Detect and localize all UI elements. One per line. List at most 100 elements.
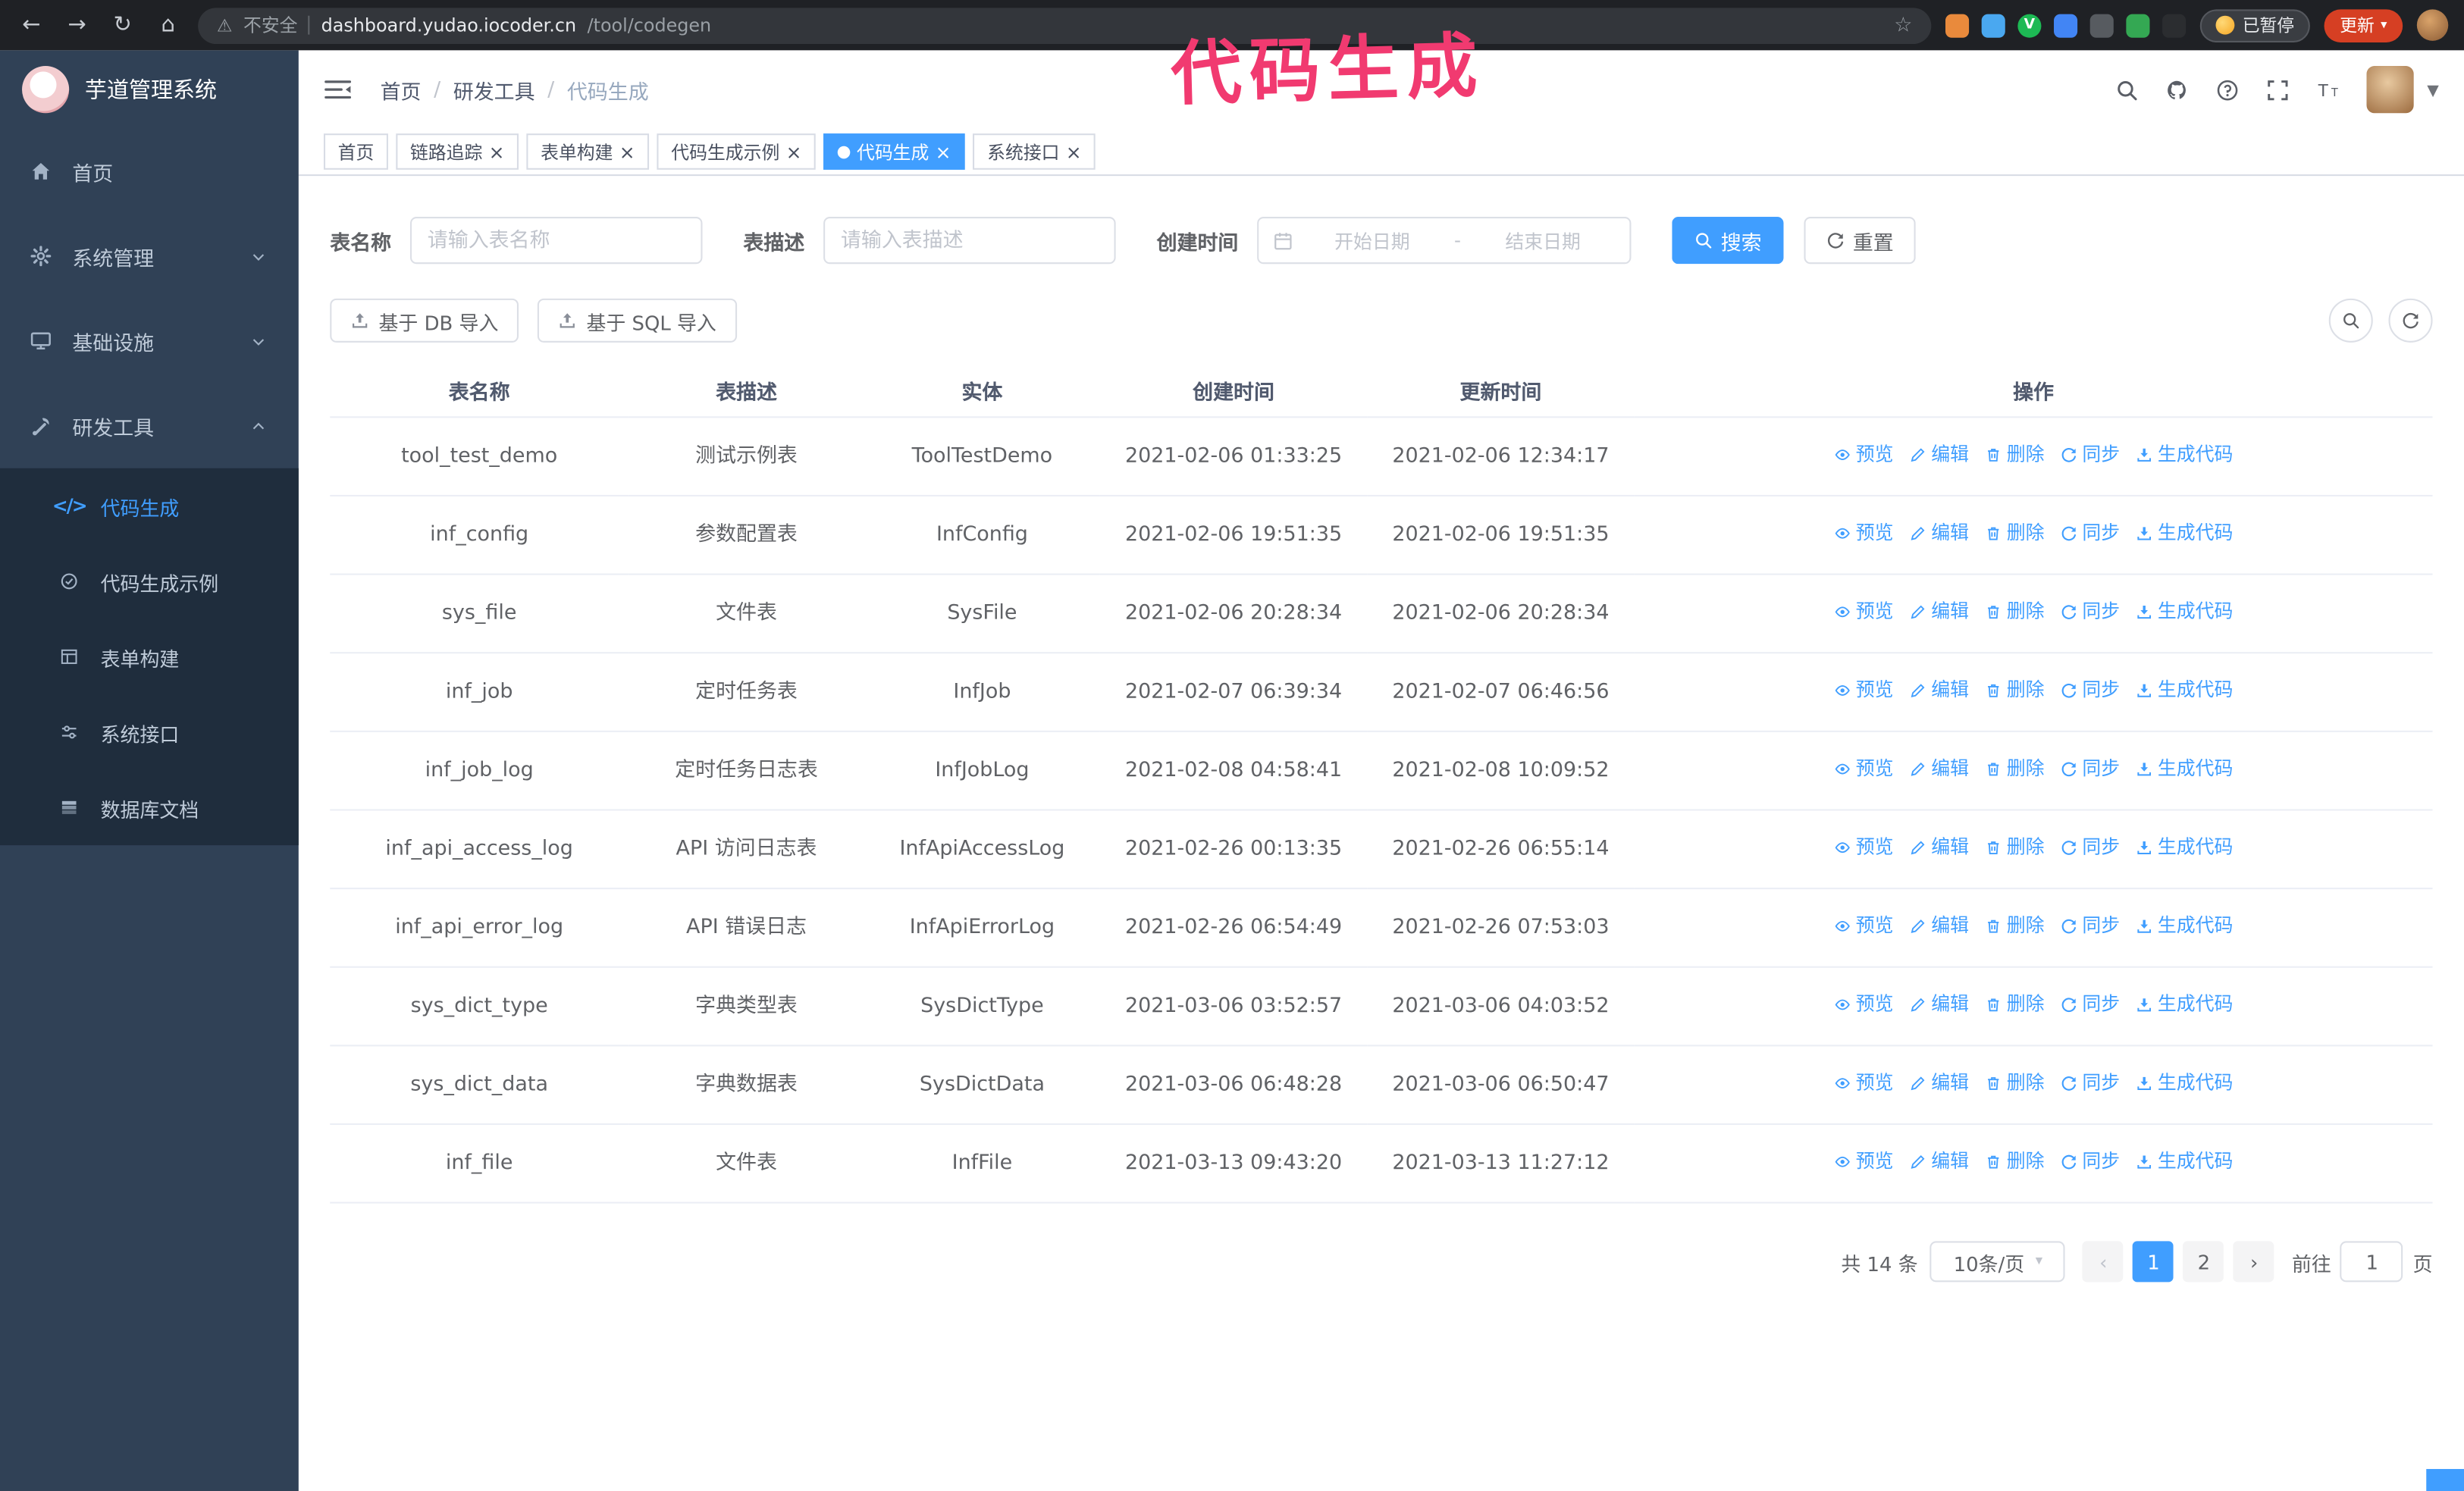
delete-link[interactable]: 删除 — [1985, 1067, 2045, 1100]
generate-code-link[interactable]: 生成代码 — [2136, 1145, 2233, 1179]
edit-link[interactable]: 编辑 — [1909, 517, 1969, 550]
edit-link[interactable]: 编辑 — [1909, 988, 1969, 1022]
close-icon[interactable]: × — [786, 143, 802, 161]
tab-codegen[interactable]: 代码生成 × — [823, 133, 966, 170]
close-icon[interactable]: × — [936, 143, 951, 161]
extension-icon-7[interactable] — [2162, 13, 2187, 37]
edit-link[interactable]: 编辑 — [1909, 910, 1969, 943]
edit-link[interactable]: 编辑 — [1909, 596, 1969, 629]
goto-page-input[interactable] — [2340, 1241, 2404, 1283]
tab-codegen-example[interactable]: 代码生成示例 × — [657, 133, 817, 170]
fullscreen-icon[interactable] — [2267, 78, 2290, 102]
edit-link[interactable]: 编辑 — [1909, 1145, 1969, 1179]
preview-link[interactable]: 预览 — [1834, 1145, 1894, 1179]
fontsize-icon[interactable]: TT — [2317, 78, 2340, 102]
generate-code-link[interactable]: 生成代码 — [2136, 831, 2233, 864]
preview-link[interactable]: 预览 — [1834, 910, 1894, 943]
tab-home[interactable]: 首页 — [323, 133, 388, 170]
app-logo[interactable]: 芋道管理系统 — [0, 50, 299, 129]
breadcrumb-home[interactable]: 首页 — [381, 74, 422, 105]
next-page-button[interactable]: › — [2234, 1241, 2275, 1283]
url-bar[interactable]: ⚠ 不安全 dashboard.yudao.iocoder.cn /tool/c… — [198, 7, 1932, 43]
edit-link[interactable]: 编辑 — [1909, 753, 1969, 786]
delete-link[interactable]: 删除 — [1985, 910, 2045, 943]
back-icon[interactable]: ← — [16, 9, 47, 40]
extension-icon-2[interactable] — [1981, 13, 2005, 37]
sync-link[interactable]: 同步 — [2060, 831, 2120, 864]
sync-link[interactable]: 同步 — [2060, 596, 2120, 629]
github-icon[interactable] — [2166, 78, 2190, 102]
date-range-picker[interactable]: 开始日期 - 结束日期 — [1257, 217, 1632, 265]
extension-icon-5[interactable] — [2089, 13, 2114, 37]
import-sql-button[interactable]: 基于 SQL 导入 — [538, 298, 737, 343]
edit-link[interactable]: 编辑 — [1909, 1067, 1969, 1100]
page-size-select[interactable]: 10条/页 ▾ — [1930, 1241, 2066, 1283]
sync-link[interactable]: 同步 — [2060, 438, 2120, 471]
table-name-input[interactable] — [410, 217, 703, 265]
sidebar-toggle-icon[interactable] — [324, 75, 352, 103]
sidebar-subitem-db-doc[interactable]: 数据库文档 — [0, 770, 299, 845]
generate-code-link[interactable]: 生成代码 — [2136, 1067, 2233, 1100]
user-avatar[interactable] — [2367, 66, 2415, 114]
sync-link[interactable]: 同步 — [2060, 517, 2120, 550]
sync-link[interactable]: 同步 — [2060, 910, 2120, 943]
prev-page-button[interactable]: ‹ — [2083, 1241, 2124, 1283]
sidebar-subitem-codegen[interactable]: </> 代码生成 — [0, 468, 299, 543]
close-icon[interactable]: × — [619, 143, 635, 161]
sync-link[interactable]: 同步 — [2060, 674, 2120, 707]
preview-link[interactable]: 预览 — [1834, 988, 1894, 1022]
extension-icon-6[interactable] — [2126, 13, 2150, 37]
preview-link[interactable]: 预览 — [1834, 596, 1894, 629]
delete-link[interactable]: 删除 — [1985, 1145, 2045, 1179]
sidebar-subitem-form-build[interactable]: 表单构建 — [0, 619, 299, 694]
reload-icon[interactable]: ↻ — [107, 9, 138, 40]
search-button[interactable]: 搜索 — [1672, 217, 1784, 265]
delete-link[interactable]: 删除 — [1985, 988, 2045, 1022]
delete-link[interactable]: 删除 — [1985, 753, 2045, 786]
preview-link[interactable]: 预览 — [1834, 517, 1894, 550]
extension-icon-1[interactable] — [1945, 13, 1970, 37]
extension-icon-3[interactable]: V — [2017, 13, 2042, 37]
paused-badge[interactable]: 已暂停 — [2199, 8, 2310, 42]
generate-code-link[interactable]: 生成代码 — [2136, 910, 2233, 943]
breadcrumb-devtools[interactable]: 研发工具 — [453, 74, 535, 105]
sidebar-subitem-system-api[interactable]: 系统接口 — [0, 694, 299, 769]
sidebar-item-system-manage[interactable]: 系统管理 — [0, 214, 299, 299]
tab-tracer[interactable]: 链路追踪 × — [396, 133, 519, 170]
close-icon[interactable]: × — [1066, 143, 1082, 161]
extension-icon-4[interactable] — [2053, 13, 2078, 37]
generate-code-link[interactable]: 生成代码 — [2136, 517, 2233, 550]
delete-link[interactable]: 删除 — [1985, 438, 2045, 471]
delete-link[interactable]: 删除 — [1985, 596, 2045, 629]
help-icon[interactable] — [2216, 78, 2240, 102]
preview-link[interactable]: 预览 — [1834, 1067, 1894, 1100]
page-button-2[interactable]: 2 — [2183, 1241, 2224, 1283]
tab-system-api[interactable]: 系统接口 × — [973, 133, 1096, 170]
generate-code-link[interactable]: 生成代码 — [2136, 596, 2233, 629]
generate-code-link[interactable]: 生成代码 — [2136, 753, 2233, 786]
import-db-button[interactable]: 基于 DB 导入 — [330, 298, 519, 343]
browser-profile-avatar[interactable] — [2416, 9, 2449, 41]
preview-link[interactable]: 预览 — [1834, 438, 1894, 471]
sidebar-item-home[interactable]: 首页 — [0, 129, 299, 214]
sync-link[interactable]: 同步 — [2060, 753, 2120, 786]
toggle-search-button[interactable] — [2328, 298, 2373, 343]
preview-link[interactable]: 预览 — [1834, 753, 1894, 786]
edit-link[interactable]: 编辑 — [1909, 438, 1969, 471]
browser-home-icon[interactable]: ⌂ — [152, 9, 183, 40]
edit-link[interactable]: 编辑 — [1909, 674, 1969, 707]
update-button[interactable]: 更新 ▾ — [2324, 8, 2403, 42]
reset-button[interactable]: 重置 — [1804, 217, 1916, 265]
sidebar-item-devtools[interactable]: 研发工具 — [0, 384, 299, 468]
preview-link[interactable]: 预览 — [1834, 831, 1894, 864]
delete-link[interactable]: 删除 — [1985, 831, 2045, 864]
generate-code-link[interactable]: 生成代码 — [2136, 674, 2233, 707]
delete-link[interactable]: 删除 — [1985, 674, 2045, 707]
sync-link[interactable]: 同步 — [2060, 1145, 2120, 1179]
tab-form-build[interactable]: 表单构建 × — [526, 133, 650, 170]
generate-code-link[interactable]: 生成代码 — [2136, 988, 2233, 1022]
sidebar-item-infrastructure[interactable]: 基础设施 — [0, 299, 299, 384]
edit-link[interactable]: 编辑 — [1909, 831, 1969, 864]
close-icon[interactable]: × — [489, 143, 505, 161]
table-desc-input[interactable] — [823, 217, 1116, 265]
